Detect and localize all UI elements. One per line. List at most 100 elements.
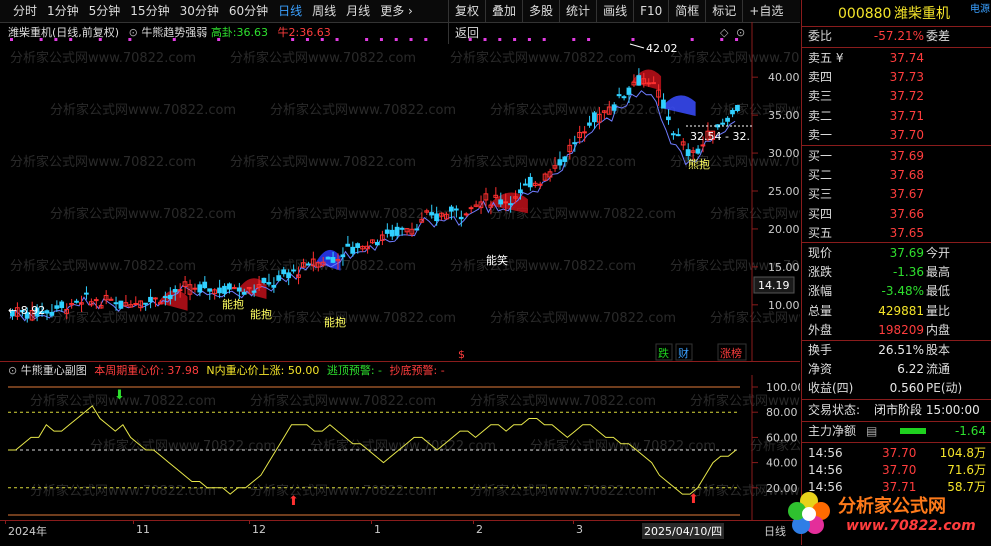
candle-body — [345, 243, 351, 247]
top-signal-dot — [172, 38, 176, 41]
tab-period-0[interactable]: 分时 — [8, 0, 42, 22]
candle-body — [498, 199, 504, 205]
signal-cloud-4 — [631, 69, 662, 91]
stat2-row-2-label: 收益(四) — [808, 381, 854, 396]
watermark-text: 分析家公式网www.70822.com — [50, 206, 236, 222]
tab-period-9[interactable]: 更多 › — [375, 0, 418, 22]
bid-row-2: 买三 37.67 — [802, 185, 991, 204]
top-signal-dot — [379, 38, 383, 41]
candle-body — [207, 288, 213, 292]
candle-body — [202, 281, 208, 289]
logo-url: www.70822.com — [846, 518, 976, 534]
tab-period-4[interactable]: 30分钟 — [175, 0, 224, 22]
candle-body — [236, 287, 242, 292]
candle-body — [286, 272, 291, 279]
bid-row-3-label: 买四 — [808, 206, 833, 221]
candle-body — [325, 256, 331, 260]
stat-row-1-right-label: 最高 — [926, 265, 951, 280]
tool-button-0[interactable]: 复权 — [448, 0, 485, 22]
candle-body — [350, 246, 356, 254]
candle-body — [621, 96, 627, 99]
candle-body — [700, 144, 706, 147]
tool-button-7[interactable]: 标记 — [705, 0, 742, 22]
bid-row-1: 买二 37.68 — [802, 166, 991, 185]
top-signal-dot — [483, 38, 487, 41]
candle-body — [222, 285, 227, 294]
candle-body — [271, 285, 277, 288]
sub-indicator-chart[interactable]: 分析家公式网www.70822.com 分析家公式网www.70822.com 分析… — [0, 375, 800, 520]
bid-row-2-value: 37.67 — [889, 187, 924, 202]
candle-body — [468, 207, 474, 210]
stock-code: 000880 — [838, 6, 892, 22]
tab-period-2[interactable]: 5分钟 — [84, 0, 126, 22]
tick-price: 37.71 — [882, 480, 917, 494]
tab-period-8[interactable]: 月线 — [341, 0, 375, 22]
top-signal-dot — [69, 38, 73, 41]
candle-body — [54, 305, 60, 309]
bottom-warning-arrow-icon: ⬆ — [288, 494, 299, 509]
tool-button-3[interactable]: 统计 — [559, 0, 596, 22]
candle-body — [666, 116, 671, 121]
tool-button-8[interactable]: +自选 — [742, 0, 789, 22]
tool-button-5[interactable]: F10 — [633, 0, 668, 22]
tool-button-1[interactable]: 叠加 — [485, 0, 522, 22]
bottom-warning-arrow-icon-2: ⬆ — [688, 492, 699, 507]
candle-body — [735, 104, 740, 112]
stat-row-4-value: 198209 — [878, 322, 924, 337]
main-kline-chart[interactable]: 分析家公式网www.70822.com 分析家公式网www.70822.com 分析… — [0, 22, 800, 362]
top-signal-dot — [320, 38, 324, 41]
ma-line — [9, 90, 736, 322]
ask-row-1-value: 37.73 — [889, 70, 924, 85]
low-label: ← 8.92 — [8, 304, 45, 317]
top-warning-arrow-icon: ⬇ — [114, 388, 125, 403]
bid-row-1-value: 37.68 — [889, 168, 924, 183]
stat2-row-0: 换手 26.51% 股本 — [802, 341, 991, 360]
candle-body — [695, 148, 701, 154]
top-signal-dot — [513, 38, 517, 41]
x-tick-mark — [133, 520, 134, 524]
candle-body — [675, 134, 681, 137]
candle-body — [177, 289, 183, 292]
diamond-icon: ◇ — [720, 26, 729, 39]
stat-row-2-label: 涨幅 — [808, 284, 833, 299]
weicha-label: 委差 — [926, 29, 951, 43]
x-tick-2: 12 — [252, 523, 266, 536]
candle-body — [730, 109, 735, 115]
watermark-text: 分析家公式网www.70822.com — [490, 102, 676, 118]
bottom-tag-1: 跌 — [658, 346, 669, 360]
candle-body — [518, 189, 523, 194]
last-label: 32.54 - 32. — [690, 130, 750, 143]
bid-row-3: 买四 37.66 — [802, 205, 991, 224]
tool-button-6[interactable]: 简框 — [668, 0, 705, 22]
x-tick-mark — [473, 520, 474, 524]
bid-row-3-value: 37.66 — [889, 206, 924, 221]
bid-row-4: 买五 37.65 — [802, 224, 991, 243]
tab-period-3[interactable]: 15分钟 — [125, 0, 174, 22]
list-icon[interactable]: ▤ — [866, 422, 877, 441]
tab-period-5[interactable]: 60分钟 — [224, 0, 273, 22]
tab-period-1[interactable]: 1分钟 — [42, 0, 84, 22]
crosshair-price: 14.19 — [758, 279, 790, 292]
ask-row-4-value: 37.70 — [889, 127, 924, 142]
candle-body — [172, 288, 178, 293]
tab-period-7[interactable]: 周线 — [307, 0, 341, 22]
top-signal-dot — [542, 38, 546, 41]
tick-volume: 58.7万 — [947, 480, 986, 494]
x-tick-0: 2024年 — [8, 525, 47, 538]
x-tick-3: 1 — [374, 523, 381, 536]
ask-row-0-value: 37.74 — [889, 51, 924, 65]
price-label-4: 20.00 — [768, 223, 800, 236]
candle-body — [453, 208, 459, 211]
candle-body — [276, 275, 282, 281]
candle-body — [394, 226, 400, 236]
tab-period-6[interactable]: 日线 — [273, 0, 307, 22]
stat2-row-2-value: 0.560 — [889, 381, 924, 396]
x-tick-1: 11 — [136, 523, 150, 536]
ask-row-3-label: 卖二 — [808, 108, 833, 123]
tool-button-2[interactable]: 多股 — [522, 0, 559, 22]
watermark-text: 分析家公式网www.70822.com — [230, 154, 416, 170]
tool-button-4[interactable]: 画线 — [596, 0, 633, 22]
status-label: 交易状态: — [808, 403, 861, 417]
status-value: 闭市阶段 15:00:00 — [874, 403, 980, 417]
ask-row-1: 卖四 37.73 — [802, 68, 991, 87]
